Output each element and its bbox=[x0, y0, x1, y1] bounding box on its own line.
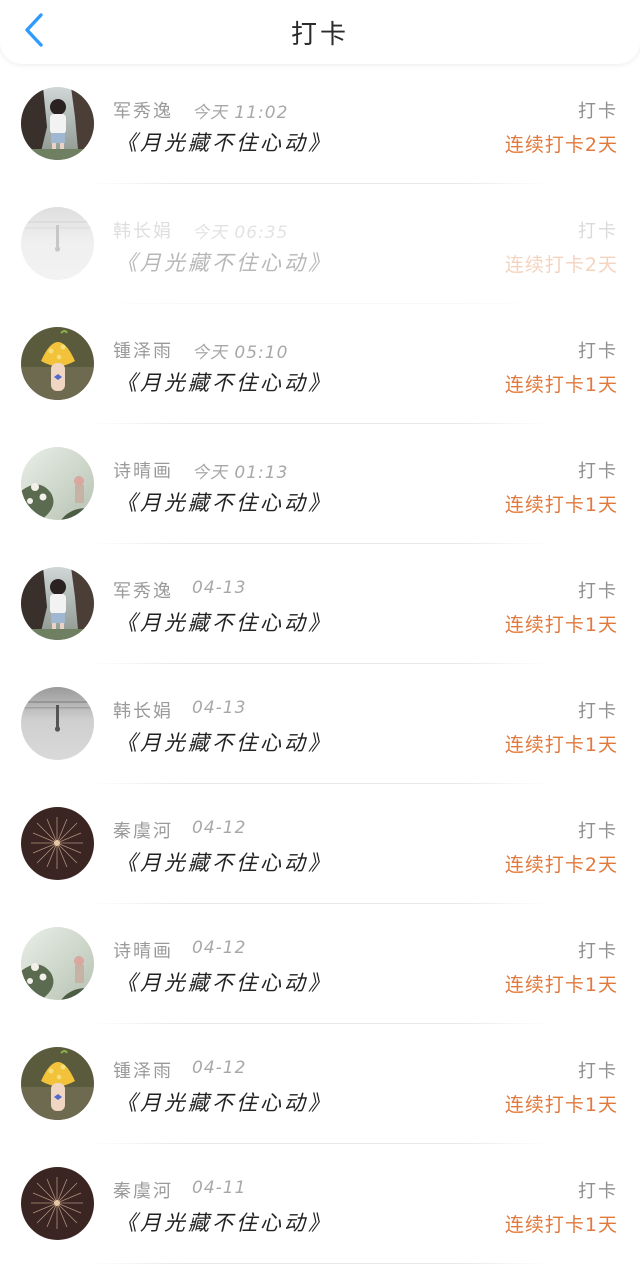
checkin-action-label: 打卡 bbox=[578, 221, 618, 242]
book-title: 《月光藏不住心动》 bbox=[116, 1211, 332, 1235]
checkin-list: 军秀逸 今天 11:02 《月光藏不住心动》 打卡 连续打卡2天 韩长娟 今天 … bbox=[0, 64, 640, 1264]
book-title: 《月光藏不住心动》 bbox=[116, 851, 332, 875]
streak-badge: 连续打卡1天 bbox=[504, 974, 618, 996]
checkin-time: 04-12 bbox=[192, 938, 247, 958]
user-name: 诗晴画 bbox=[113, 461, 173, 482]
streak-badge: 连续打卡1天 bbox=[504, 614, 618, 636]
row-divider bbox=[90, 1263, 550, 1264]
avatar[interactable] bbox=[21, 87, 94, 160]
streak-badge: 连续打卡2天 bbox=[504, 254, 618, 276]
user-name: 军秀逸 bbox=[113, 101, 173, 122]
book-title: 《月光藏不住心动》 bbox=[116, 491, 332, 515]
checkin-item[interactable]: 秦虞河 04-11 《月光藏不住心动》 打卡 连续打卡1天 bbox=[0, 1144, 640, 1264]
checkin-action-label: 打卡 bbox=[578, 581, 618, 602]
checkin-time: 04-12 bbox=[192, 1058, 247, 1078]
checkin-action-label: 打卡 bbox=[578, 1181, 618, 1202]
checkin-time: 今天 05:10 bbox=[192, 343, 289, 363]
book-title: 《月光藏不住心动》 bbox=[116, 611, 332, 635]
streak-badge: 连续打卡2天 bbox=[504, 134, 618, 156]
checkin-time: 今天 11:02 bbox=[192, 103, 289, 123]
checkin-time: 04-13 bbox=[192, 578, 247, 598]
checkin-time: 今天 01:13 bbox=[192, 463, 289, 483]
user-name: 韩长娟 bbox=[113, 701, 173, 722]
user-name: 军秀逸 bbox=[113, 581, 173, 602]
checkin-action-label: 打卡 bbox=[578, 1061, 618, 1082]
avatar[interactable] bbox=[21, 687, 94, 760]
book-title: 《月光藏不住心动》 bbox=[116, 1091, 332, 1115]
app-screen: 打卡 军秀逸 今天 11:02 《月光藏不住心动》 打卡 连续打卡2天 韩长娟 … bbox=[0, 0, 640, 1268]
checkin-item[interactable]: 诗晴画 今天 01:13 《月光藏不住心动》 打卡 连续打卡1天 bbox=[0, 424, 640, 544]
checkin-action-label: 打卡 bbox=[578, 821, 618, 842]
checkin-action-label: 打卡 bbox=[578, 701, 618, 722]
checkin-item[interactable]: 锺泽雨 今天 05:10 《月光藏不住心动》 打卡 连续打卡1天 bbox=[0, 304, 640, 424]
checkin-time: 04-12 bbox=[192, 818, 247, 838]
streak-badge: 连续打卡1天 bbox=[504, 734, 618, 756]
avatar[interactable] bbox=[21, 1167, 94, 1240]
streak-badge: 连续打卡2天 bbox=[504, 854, 618, 876]
avatar[interactable] bbox=[21, 807, 94, 880]
book-title: 《月光藏不住心动》 bbox=[116, 971, 332, 995]
checkin-action-label: 打卡 bbox=[578, 101, 618, 122]
checkin-item[interactable]: 秦虞河 04-12 《月光藏不住心动》 打卡 连续打卡2天 bbox=[0, 784, 640, 904]
user-name: 韩长娟 bbox=[113, 221, 173, 242]
checkin-action-label: 打卡 bbox=[578, 341, 618, 362]
checkin-time: 今天 06:35 bbox=[192, 223, 289, 243]
streak-badge: 连续打卡1天 bbox=[504, 494, 618, 516]
checkin-item[interactable]: 诗晴画 04-12 《月光藏不住心动》 打卡 连续打卡1天 bbox=[0, 904, 640, 1024]
checkin-action-label: 打卡 bbox=[578, 461, 618, 482]
checkin-item[interactable]: 韩长娟 今天 06:35 《月光藏不住心动》 打卡 连续打卡2天 bbox=[0, 184, 640, 304]
checkin-item[interactable]: 军秀逸 04-13 《月光藏不住心动》 打卡 连续打卡1天 bbox=[0, 544, 640, 664]
avatar[interactable] bbox=[21, 327, 94, 400]
checkin-time: 04-13 bbox=[192, 698, 247, 718]
checkin-action-label: 打卡 bbox=[578, 941, 618, 962]
avatar[interactable] bbox=[21, 567, 94, 640]
user-name: 锺泽雨 bbox=[113, 341, 173, 362]
checkin-item[interactable]: 锺泽雨 04-12 《月光藏不住心动》 打卡 连续打卡1天 bbox=[0, 1024, 640, 1144]
avatar[interactable] bbox=[21, 207, 94, 280]
user-name: 秦虞河 bbox=[113, 821, 173, 842]
user-name: 锺泽雨 bbox=[113, 1061, 173, 1082]
user-name: 诗晴画 bbox=[113, 941, 173, 962]
avatar[interactable] bbox=[21, 927, 94, 1000]
book-title: 《月光藏不住心动》 bbox=[116, 251, 332, 275]
streak-badge: 连续打卡1天 bbox=[504, 1094, 618, 1116]
checkin-item[interactable]: 韩长娟 04-13 《月光藏不住心动》 打卡 连续打卡1天 bbox=[0, 664, 640, 784]
book-title: 《月光藏不住心动》 bbox=[116, 731, 332, 755]
book-title: 《月光藏不住心动》 bbox=[116, 131, 332, 155]
header-bar: 打卡 bbox=[0, 0, 640, 64]
checkin-time: 04-11 bbox=[192, 1178, 247, 1198]
streak-badge: 连续打卡1天 bbox=[504, 1214, 618, 1236]
user-name: 秦虞河 bbox=[113, 1181, 173, 1202]
checkin-item[interactable]: 军秀逸 今天 11:02 《月光藏不住心动》 打卡 连续打卡2天 bbox=[0, 64, 640, 184]
streak-badge: 连续打卡1天 bbox=[504, 374, 618, 396]
page-title: 打卡 bbox=[290, 20, 349, 50]
avatar[interactable] bbox=[21, 447, 94, 520]
avatar[interactable] bbox=[21, 1047, 94, 1120]
book-title: 《月光藏不住心动》 bbox=[116, 371, 332, 395]
